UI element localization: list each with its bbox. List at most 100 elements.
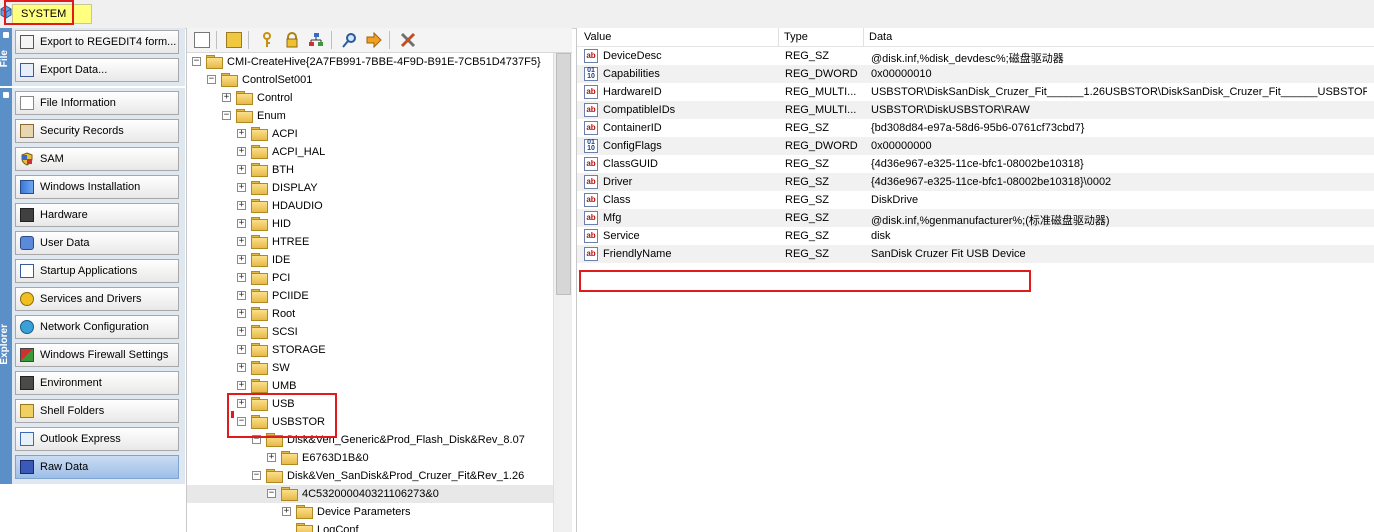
- tree-node-label: HDAUDIO: [272, 200, 323, 212]
- tree-node[interactable]: + IDE: [187, 251, 553, 269]
- expand-icon[interactable]: +: [237, 183, 246, 192]
- folder-icon: [251, 217, 268, 231]
- copy-icon[interactable]: [194, 32, 210, 48]
- expand-icon[interactable]: +: [237, 129, 246, 138]
- security-records-icon: [20, 124, 34, 138]
- outlook-express-button[interactable]: Outlook Express: [15, 427, 179, 451]
- security-records-button[interactable]: Security Records: [15, 119, 179, 143]
- hardware-button[interactable]: Hardware: [15, 203, 179, 227]
- tree-node[interactable]: + SW: [187, 359, 553, 377]
- value-row[interactable]: ab DeviceDesc REG_SZ @disk.inf,%disk_devdes…: [577, 47, 1374, 65]
- collapse-icon[interactable]: −: [192, 57, 201, 66]
- tree-node[interactable]: + ACPI_HAL: [187, 143, 553, 161]
- key-icon[interactable]: [259, 32, 275, 48]
- value-row[interactable]: ab ContainerID REG_SZ {bd308d84-e97a-58d6-9…: [577, 119, 1374, 137]
- scrollbar-thumb[interactable]: [556, 53, 571, 295]
- expand-icon[interactable]: +: [237, 147, 246, 156]
- file-information-button[interactable]: File Information: [15, 91, 179, 115]
- tree-node[interactable]: − CMI-CreateHive{2A7FB991-7BBE-4F9D-B91E-…: [187, 53, 553, 71]
- tree-node[interactable]: + HTREE: [187, 233, 553, 251]
- tree-node[interactable]: + E6763D1B&0: [187, 449, 553, 467]
- expand-icon[interactable]: +: [237, 381, 246, 390]
- environment-button[interactable]: Environment: [15, 371, 179, 395]
- search-icon[interactable]: [342, 32, 358, 48]
- column-header-data[interactable]: Data: [869, 31, 892, 43]
- tree-structure-icon[interactable]: [308, 32, 324, 48]
- hive-tab-bar: SYSTEM: [0, 0, 1374, 29]
- expand-icon[interactable]: +: [237, 309, 246, 318]
- tree-node[interactable]: − Disk&Ven_SanDisk&Prod_Cruzer_Fit&Rev_1.…: [187, 467, 553, 485]
- lock-icon[interactable]: [284, 32, 300, 48]
- expand-icon[interactable]: +: [237, 363, 246, 372]
- folder-open-icon[interactable]: [226, 32, 242, 48]
- tree-node[interactable]: + BTH: [187, 161, 553, 179]
- windows-installation-button[interactable]: Windows Installation: [15, 175, 179, 199]
- tree-node[interactable]: + PCIIDE: [187, 287, 553, 305]
- startup-applications-button[interactable]: Startup Applications: [15, 259, 179, 283]
- arrow-right-icon[interactable]: [366, 32, 382, 48]
- raw-data-button[interactable]: Raw Data: [15, 455, 179, 479]
- expand-icon[interactable]: +: [237, 273, 246, 282]
- export-regedit-button[interactable]: Export to REGEDIT4 form...: [15, 30, 179, 54]
- annotation-mark: [231, 411, 234, 418]
- value-row[interactable]: ab HardwareID REG_MULTI... USBSTOR\DiskSanD…: [577, 83, 1374, 101]
- firewall-settings-button[interactable]: Windows Firewall Settings: [15, 343, 179, 367]
- user-data-button[interactable]: User Data: [15, 231, 179, 255]
- tree-node[interactable]: − ControlSet001: [187, 71, 553, 89]
- collapse-icon[interactable]: −: [252, 471, 261, 480]
- value-row[interactable]: ab ClassGUID REG_SZ {4d36e967-e325-11ce-bfc…: [577, 155, 1374, 173]
- expand-icon[interactable]: +: [237, 327, 246, 336]
- explorer-section-header[interactable]: Explorer: [0, 88, 12, 484]
- column-divider[interactable]: [863, 28, 864, 46]
- expand-icon[interactable]: +: [282, 507, 291, 516]
- expand-icon[interactable]: +: [237, 345, 246, 354]
- expand-icon[interactable]: +: [237, 291, 246, 300]
- expand-icon[interactable]: +: [237, 219, 246, 228]
- tree-node[interactable]: + PCI: [187, 269, 553, 287]
- tree-node[interactable]: + Control: [187, 89, 553, 107]
- network-configuration-button[interactable]: Network Configuration: [15, 315, 179, 339]
- expand-icon[interactable]: +: [237, 165, 246, 174]
- tree-node[interactable]: + STORAGE: [187, 341, 553, 359]
- collapse-icon[interactable]: −: [207, 75, 216, 84]
- value-row[interactable]: 01 10 Capabilities REG_DWORD 0x00000010: [577, 65, 1374, 83]
- file-section-header[interactable]: File: [0, 28, 12, 86]
- tree-node[interactable]: − Enum: [187, 107, 553, 125]
- expand-icon[interactable]: +: [267, 453, 276, 462]
- column-header-value[interactable]: Value: [584, 31, 611, 43]
- value-row[interactable]: ab CompatibleIDs REG_MULTI... USBSTOR\DiskU…: [577, 101, 1374, 119]
- tree-node[interactable]: + ACPI: [187, 125, 553, 143]
- tree-node[interactable]: + HDAUDIO: [187, 197, 553, 215]
- column-header-type[interactable]: Type: [784, 31, 808, 43]
- tree-node[interactable]: − 4C532000040321106273&0: [187, 485, 553, 503]
- expand-icon[interactable]: +: [237, 237, 246, 246]
- services-drivers-button[interactable]: Services and Drivers: [15, 287, 179, 311]
- expand-icon[interactable]: +: [222, 93, 231, 102]
- collapse-icon[interactable]: −: [267, 489, 276, 498]
- tree-node[interactable]: + Device Parameters: [187, 503, 553, 521]
- sam-button[interactable]: SAM: [15, 147, 179, 171]
- column-divider[interactable]: [778, 28, 779, 46]
- toolbar-separator: [389, 31, 390, 49]
- tree-node[interactable]: + Root: [187, 305, 553, 323]
- tree-vertical-scrollbar[interactable]: [553, 53, 572, 532]
- tree-node[interactable]: LogConf: [187, 521, 553, 532]
- tools-icon[interactable]: [400, 32, 416, 48]
- expand-icon[interactable]: +: [237, 255, 246, 264]
- value-name: Class: [603, 194, 631, 206]
- tree-node[interactable]: + HID: [187, 215, 553, 233]
- tree-node-label: BTH: [272, 164, 294, 176]
- shell-folders-button[interactable]: Shell Folders: [15, 399, 179, 423]
- value-row[interactable]: ab Service REG_SZ disk: [577, 227, 1374, 245]
- export-data-button[interactable]: Export Data...: [15, 58, 179, 82]
- value-row[interactable]: ab Class REG_SZ DiskDrive: [577, 191, 1374, 209]
- value-row[interactable]: ab FriendlyName REG_SZ SanDisk Cruzer Fit U…: [577, 245, 1374, 263]
- tree-node[interactable]: + SCSI: [187, 323, 553, 341]
- expand-icon[interactable]: +: [237, 201, 246, 210]
- value-row[interactable]: 01 10 ConfigFlags REG_DWORD 0x00000000: [577, 137, 1374, 155]
- tree-node[interactable]: + DISPLAY: [187, 179, 553, 197]
- value-row[interactable]: ab Driver REG_SZ {4d36e967-e325-11ce-bfc1-0…: [577, 173, 1374, 191]
- value-row[interactable]: ab Mfg REG_SZ @disk.inf,%genmanufacturer%;(…: [577, 209, 1374, 227]
- folder-icon: [281, 487, 298, 501]
- collapse-icon[interactable]: −: [222, 111, 231, 120]
